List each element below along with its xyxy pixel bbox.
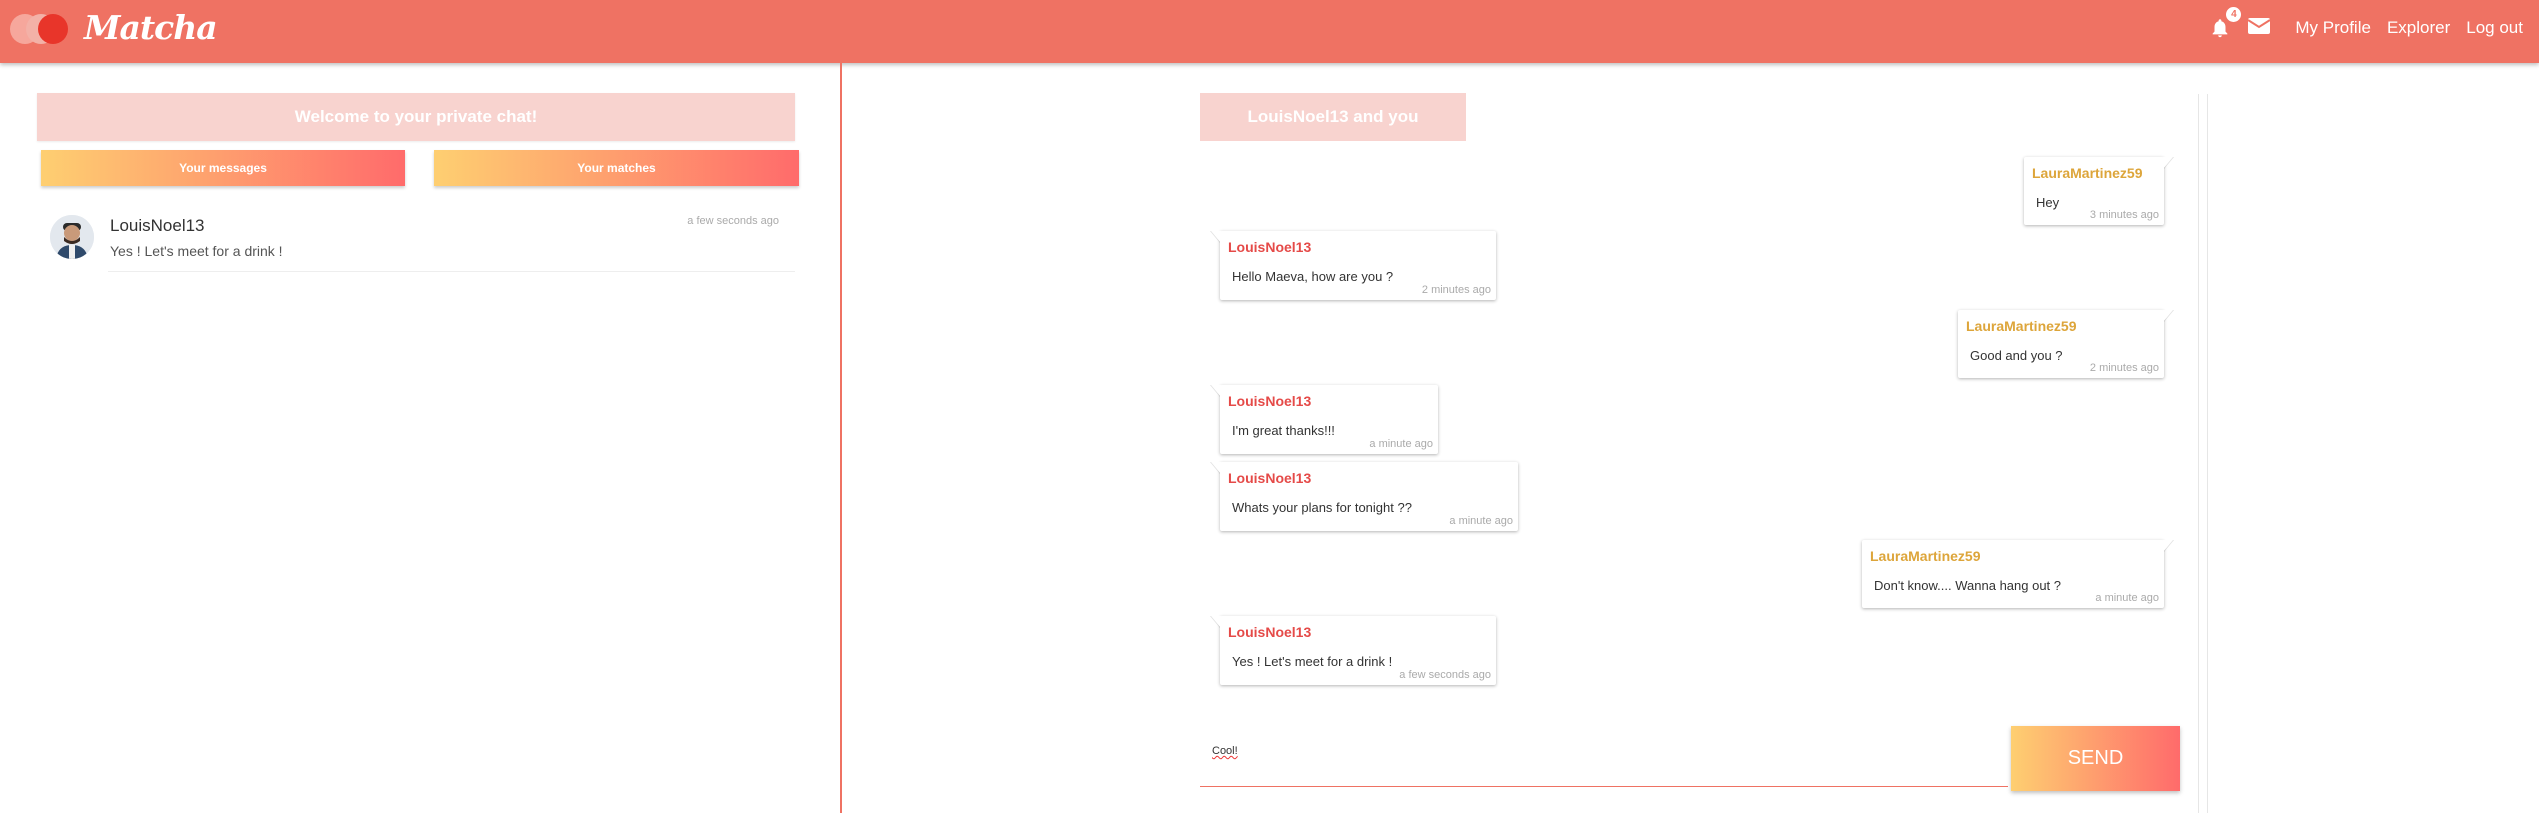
chat-title: LouisNoel13 and you — [1200, 93, 1466, 141]
logo-text[interactable]: Matcha — [84, 8, 218, 47]
messages-button[interactable] — [2247, 16, 2273, 40]
message-text: I'm great thanks!!! — [1232, 423, 1335, 438]
nav-explorer[interactable]: Explorer — [2387, 18, 2450, 38]
message-author: LauraMartinez59 — [1966, 318, 2077, 334]
message-author: LouisNoel13 — [1228, 624, 1312, 640]
message-bubble: LauraMartinez59 Don't know.... Wanna han… — [1862, 540, 2173, 608]
message-text: Whats your plans for tonight ?? — [1232, 500, 1412, 515]
message-bubble: LauraMartinez59 Good and you ? 2 minutes… — [1958, 310, 2173, 378]
conversation-name: LouisNoel13 — [110, 216, 205, 235]
message-bubble: LouisNoel13 Whats your plans for tonight… — [1211, 462, 1518, 531]
message-author: LouisNoel13 — [1228, 239, 1312, 255]
bubble-tail — [2163, 540, 2173, 552]
message-time: 2 minutes ago — [2089, 362, 2159, 374]
notification-count-badge: 4 — [2226, 7, 2242, 22]
message-input-value[interactable]: Cool! — [1212, 745, 1238, 757]
notifications-button[interactable]: 4 — [2209, 7, 2242, 40]
bubble-tail — [1211, 616, 1221, 628]
send-button[interactable]: SEND — [2011, 726, 2180, 791]
top-navbar: Matcha 4 My Profile Explorer Log out — [0, 0, 2539, 63]
message-author: LauraMartinez59 — [1870, 548, 1981, 564]
conversation-preview: Yes ! Let's meet for a drink ! — [110, 243, 283, 259]
avatar-image — [50, 215, 94, 259]
message-author: LouisNoel13 — [1228, 470, 1312, 486]
message-author: LauraMartinez59 — [2032, 165, 2143, 181]
message-time: a minute ago — [1449, 515, 1513, 527]
welcome-banner: Welcome to your private chat! — [37, 93, 795, 141]
logo-circle — [38, 14, 68, 44]
bubble-tail — [2163, 157, 2173, 169]
message-input[interactable]: Cool! — [1200, 733, 2008, 787]
divider — [108, 271, 795, 272]
your-messages-button[interactable]: Your messages — [41, 150, 405, 186]
your-matches-button[interactable]: Your matches — [434, 150, 799, 186]
message-time: 3 minutes ago — [2089, 209, 2159, 221]
logo-circles[interactable] — [10, 14, 74, 44]
message-time: a few seconds ago — [1399, 669, 1491, 681]
message-bubble: LouisNoel13 Hello Maeva, how are you ? 2… — [1211, 231, 1496, 300]
message-author: LouisNoel13 — [1228, 393, 1312, 409]
bubble-tail — [1211, 231, 1221, 243]
conversation-item[interactable]: LouisNoel13 Yes ! Let's meet for a drink… — [50, 213, 795, 273]
nav-my-profile[interactable]: My Profile — [2295, 18, 2371, 38]
bubble-tail — [1211, 462, 1221, 474]
chat-scrollbar[interactable] — [2198, 94, 2208, 813]
message-text: Hey — [2036, 195, 2060, 210]
avatar — [50, 215, 94, 259]
message-text: Yes ! Let's meet for a drink ! — [1232, 654, 1393, 669]
message-text: Don't know.... Wanna hang out ? — [1874, 578, 2062, 593]
message-text: Hello Maeva, how are you ? — [1232, 269, 1394, 284]
bubble-tail — [1211, 385, 1221, 397]
message-bubble: LouisNoel13 Yes ! Let's meet for a drink… — [1211, 616, 1496, 685]
message-time: 2 minutes ago — [1421, 284, 1491, 296]
bubble-tail — [2163, 310, 2173, 322]
nav-menu: 4 My Profile Explorer Log out — [2209, 0, 2531, 56]
message-time: a minute ago — [1369, 438, 1433, 450]
message-bubble: LauraMartinez59 Hey 3 minutes ago — [2024, 157, 2173, 225]
envelope-icon — [2247, 18, 2271, 34]
message-text: Good and you ? — [1970, 348, 2063, 363]
conversation-list-panel: Welcome to your private chat! Your messa… — [0, 63, 842, 813]
message-bubble: LouisNoel13 I'm great thanks!!! a minute… — [1211, 385, 1438, 454]
message-time: a minute ago — [2095, 592, 2159, 604]
nav-logout[interactable]: Log out — [2466, 18, 2523, 38]
conversation-time: a few seconds ago — [687, 215, 779, 227]
